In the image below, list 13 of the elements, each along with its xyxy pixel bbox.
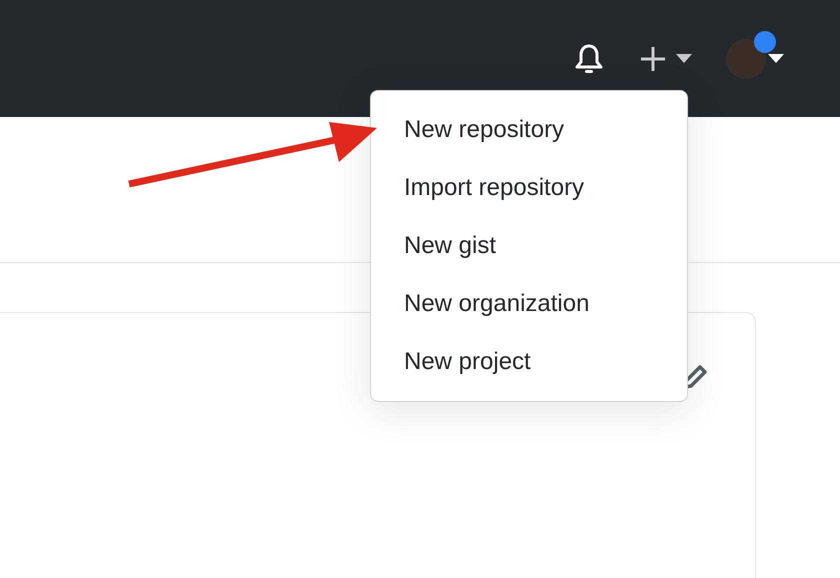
- caret-icon: [676, 54, 692, 63]
- avatar: [726, 38, 766, 78]
- create-new-button[interactable]: [640, 46, 692, 72]
- menu-item[interactable]: New project: [371, 333, 687, 391]
- profile-menu-button[interactable]: [726, 28, 784, 78]
- menu-item[interactable]: Import repository: [371, 159, 687, 217]
- menu-item[interactable]: New repository: [371, 101, 687, 159]
- caret-icon: [768, 54, 784, 63]
- plus-icon: [640, 46, 666, 72]
- menu-item[interactable]: New organization: [371, 275, 687, 333]
- bell-icon: [574, 42, 604, 74]
- menu-item[interactable]: New gist: [371, 217, 687, 275]
- notifications-button[interactable]: [574, 42, 604, 74]
